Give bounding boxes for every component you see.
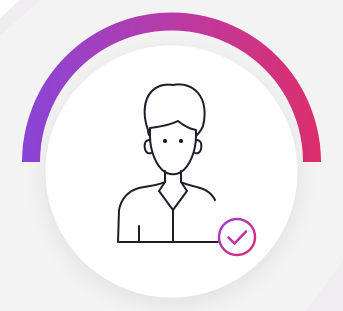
avatar-circle xyxy=(45,45,298,298)
avatar-scene xyxy=(22,12,321,298)
verified-user-illustration xyxy=(0,0,343,311)
check-circle-icon xyxy=(217,217,257,257)
